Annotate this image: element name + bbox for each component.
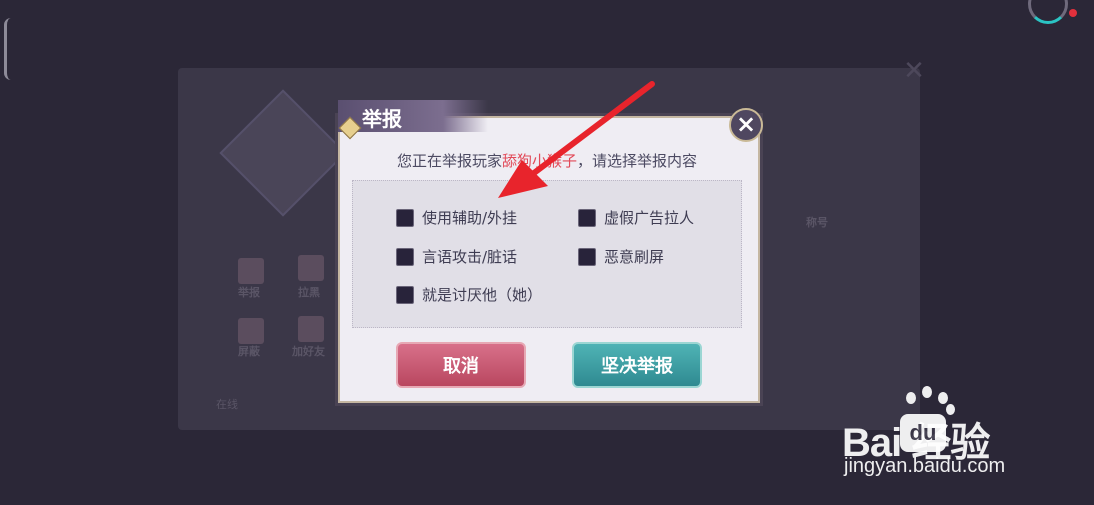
paw-icon [906,392,916,404]
option-label: 使用辅助/外挂 [422,209,518,227]
prompt-prefix: 您正在举报玩家 [396,152,502,170]
player-name: 舔狗小猴子 [501,152,577,170]
watermark-url: jingyan.baidu.com [844,455,1006,477]
option-label: 言语攻击/脏话 [422,248,518,266]
option-verbal-abuse[interactable]: 言语攻击/脏话 [396,246,517,267]
option-label: 恶意刷屏 [604,248,665,266]
bg-label-online: 在线 [216,398,238,411]
paw-icon [922,386,932,398]
bg-label-add-friend: 加好友 [292,345,325,358]
report-warning-icon [238,258,264,284]
option-spam[interactable]: 恶意刷屏 [578,246,664,267]
checkbox[interactable] [396,285,414,304]
left-edge-handle [4,18,11,80]
option-label: 就是讨厌他（她） [422,286,543,304]
bg-label-report: 举报 [238,286,260,299]
close-button[interactable]: × [729,108,763,142]
option-label: 虚假广告拉人 [604,209,695,227]
block-user-icon [298,255,324,281]
option-fake-ads[interactable]: 虚假广告拉人 [578,207,694,228]
paw-icon [938,392,948,404]
confirm-report-button[interactable]: 坚决举报 [572,342,702,388]
loading-ring-icon [1028,0,1068,24]
cancel-button[interactable]: 取消 [396,342,526,388]
checkbox[interactable] [578,247,596,266]
option-dislike[interactable]: 就是讨厌他（她） [396,284,542,305]
notification-dot [1069,9,1077,17]
background-close-icon: ✕ [903,56,925,86]
dialog-title: 举报 [362,107,402,131]
bg-label-mute: 屏蔽 [238,345,260,358]
baidu-du-badge: du [900,414,946,452]
prompt-suffix: ，请选择举报内容 [577,152,698,170]
bg-label-blacklist: 拉黑 [298,286,320,299]
checkbox[interactable] [396,208,414,227]
option-cheating[interactable]: 使用辅助/外挂 [396,207,517,228]
bg-label-title: 称号 [806,216,828,229]
add-friend-icon [298,316,324,342]
report-prompt: 您正在举报玩家舔狗小猴子，请选择举报内容 [338,150,756,171]
mute-icon [238,318,264,344]
checkbox[interactable] [578,208,596,227]
checkbox[interactable] [396,247,414,266]
